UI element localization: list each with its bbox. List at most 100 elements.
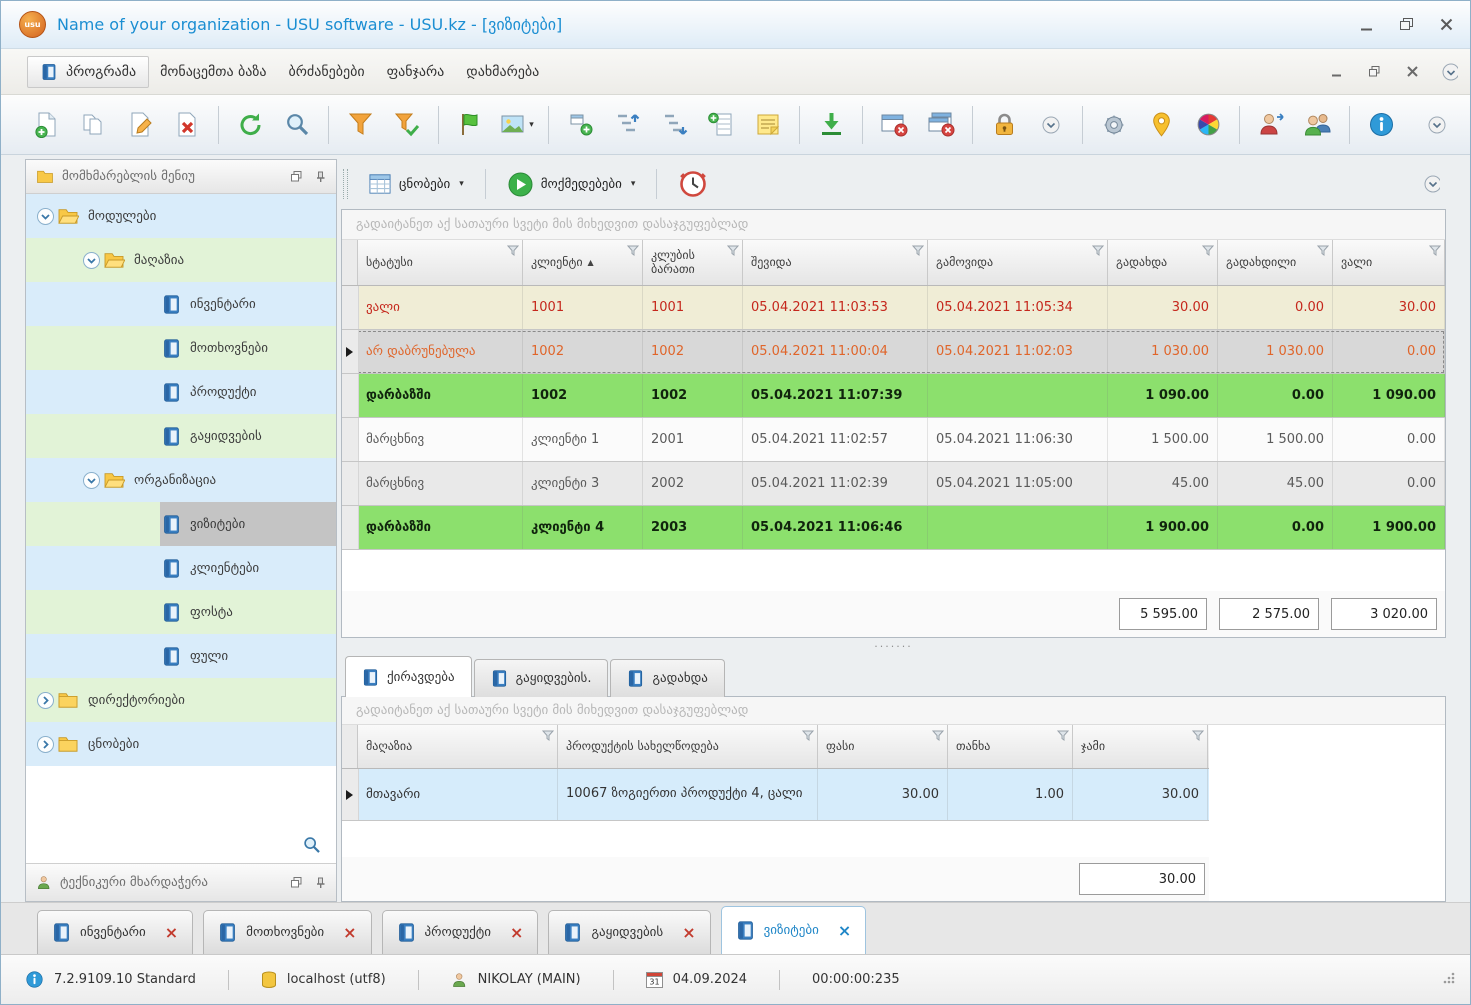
doc-tab-visits[interactable]: ვიზიტები × xyxy=(720,906,867,954)
change-user-icon[interactable] xyxy=(1250,102,1292,148)
close-tab-icon[interactable]: × xyxy=(165,924,178,941)
table-row-selected[interactable]: არ დაბრუნებულა 1002 1002 05.04.2021 11:0… xyxy=(342,330,1445,374)
column-header-payment[interactable]: გადახდა xyxy=(1108,240,1218,285)
tab-rentals[interactable]: ქირავდება xyxy=(345,656,472,697)
panel-restore-icon[interactable] xyxy=(288,875,304,891)
grid-customize-icon[interactable] xyxy=(1424,175,1440,193)
column-header-amount[interactable]: თანხა xyxy=(948,725,1073,768)
tree-item-reports[interactable]: ცნობები xyxy=(26,722,336,766)
tree-item-directories[interactable]: დირექტორიები xyxy=(26,678,336,722)
dropdown-circle-icon[interactable] xyxy=(1030,102,1072,148)
table-row[interactable]: მარცხნივ კლიენტი 3 2002 05.04.2021 11:02… xyxy=(342,462,1445,506)
filter-funnel-icon[interactable] xyxy=(931,730,945,745)
collapse-node-icon[interactable] xyxy=(36,207,55,226)
filter-funnel-icon[interactable] xyxy=(1191,730,1205,745)
users-icon[interactable] xyxy=(1297,102,1339,148)
menubar-customize-icon[interactable] xyxy=(1442,63,1458,80)
search-icon[interactable] xyxy=(276,102,318,148)
expand-tree-icon[interactable] xyxy=(606,102,648,148)
panel-splitter[interactable]: ······· xyxy=(341,638,1446,654)
edit-icon[interactable] xyxy=(119,102,161,148)
close-window-icon[interactable] xyxy=(873,102,915,148)
expand-node-icon[interactable] xyxy=(36,691,55,710)
table-row[interactable]: ვალი 1001 1001 05.04.2021 11:03:53 05.04… xyxy=(342,286,1445,330)
mdi-minimize-icon[interactable] xyxy=(1328,64,1344,80)
menu-help[interactable]: დახმარება xyxy=(455,57,550,87)
filter-funnel-icon[interactable] xyxy=(541,730,555,745)
menu-program[interactable]: პროგრამა xyxy=(27,55,150,88)
filter-funnel-icon[interactable] xyxy=(1056,730,1070,745)
filter-icon[interactable] xyxy=(339,102,381,148)
filter-funnel-icon[interactable] xyxy=(911,245,925,260)
mdi-restore-icon[interactable] xyxy=(1366,64,1382,80)
support-panel-header[interactable]: ტექნიკური მხარდაჭერა xyxy=(26,863,336,901)
settings-icon[interactable] xyxy=(1093,102,1135,148)
location-icon[interactable] xyxy=(1140,102,1182,148)
close-tab-icon[interactable]: × xyxy=(343,924,356,941)
column-header-total[interactable]: ჯამი xyxy=(1073,725,1208,768)
table-row[interactable]: დარბაზში 1002 1002 05.04.2021 11:07:39 1… xyxy=(342,374,1445,418)
add-record-icon[interactable] xyxy=(700,102,742,148)
close-icon[interactable] xyxy=(1438,17,1454,33)
panel-pin-icon[interactable] xyxy=(312,875,328,891)
new-document-icon[interactable] xyxy=(25,102,67,148)
panel-pin-icon[interactable] xyxy=(312,169,328,185)
column-header-price[interactable]: ფასი xyxy=(818,725,948,768)
close-tab-icon[interactable]: × xyxy=(682,924,695,941)
tree-item-mail[interactable]: ფოსტა xyxy=(26,590,336,634)
tree-item-money[interactable]: ფული xyxy=(26,634,336,678)
filter-funnel-icon[interactable] xyxy=(726,245,740,260)
tree-item-clients[interactable]: კლიენტები xyxy=(26,546,336,590)
panel-restore-icon[interactable] xyxy=(288,169,304,185)
tree-item-visits[interactable]: ვიზიტები xyxy=(26,502,336,546)
restore-icon[interactable] xyxy=(1398,17,1414,33)
filter-funnel-icon[interactable] xyxy=(1428,245,1442,260)
tab-sales[interactable]: გაყიდვების. xyxy=(473,659,609,697)
info-icon[interactable] xyxy=(25,970,44,989)
close-all-windows-icon[interactable] xyxy=(920,102,962,148)
column-header-store[interactable]: მაღაზია xyxy=(358,725,558,768)
filter-funnel-icon[interactable] xyxy=(626,245,640,260)
column-header-paid[interactable]: გადახდილი xyxy=(1218,240,1333,285)
filter-funnel-icon[interactable] xyxy=(506,245,520,260)
filter-settings-icon[interactable] xyxy=(386,102,428,148)
filter-funnel-icon[interactable] xyxy=(1201,245,1215,260)
doc-tab-sales[interactable]: გაყიდვების × xyxy=(548,910,711,954)
menu-window[interactable]: ფანჯარა xyxy=(376,57,456,87)
tab-payment[interactable]: გადახდა xyxy=(610,659,725,697)
collapse-node-icon[interactable] xyxy=(82,471,101,490)
column-header-debt[interactable]: ვალი xyxy=(1333,240,1445,285)
resize-grip[interactable] xyxy=(1442,970,1456,989)
reports-dropdown-button[interactable]: ცნობები ▾ xyxy=(360,168,472,200)
calendar-icon[interactable]: 31 xyxy=(645,971,663,988)
doc-tab-inventory[interactable]: ინვენტარი × xyxy=(37,910,194,954)
schedule-clock-button[interactable] xyxy=(670,164,716,204)
notes-icon[interactable] xyxy=(747,102,789,148)
column-header-exited[interactable]: გამოვიდა xyxy=(928,240,1108,285)
tree-item-inventory[interactable]: ინვენტარი xyxy=(26,282,336,326)
collapse-node-icon[interactable] xyxy=(82,251,101,270)
column-header-entered[interactable]: შევიდა xyxy=(743,240,928,285)
image-icon[interactable]: ▾ xyxy=(496,102,538,148)
delete-icon[interactable] xyxy=(166,102,208,148)
doc-tab-product[interactable]: პროდუქტი × xyxy=(381,910,539,954)
tree-item-sales[interactable]: გაყიდვების xyxy=(26,414,336,458)
menu-commands[interactable]: ბრძანებები xyxy=(278,57,376,87)
detail-row-selected[interactable]: მთავარი 10067 ზოგიერთი პროდუქტი 4, ცალი … xyxy=(342,769,1209,821)
lock-icon[interactable] xyxy=(983,102,1025,148)
filter-funnel-icon[interactable] xyxy=(1091,245,1105,260)
tree-item-modules[interactable]: მოდულები xyxy=(26,194,336,238)
refresh-icon[interactable] xyxy=(229,102,271,148)
tree-item-product[interactable]: პროდუქტი xyxy=(26,370,336,414)
flag-icon[interactable] xyxy=(449,102,491,148)
menu-database[interactable]: მონაცემთა ბაზა xyxy=(149,57,277,87)
tree-item-store[interactable]: მაღაზია xyxy=(26,238,336,282)
export-icon[interactable] xyxy=(810,102,852,148)
table-row[interactable]: მარცხნივ კლიენტი 1 2001 05.04.2021 11:02… xyxy=(342,418,1445,462)
close-tab-icon[interactable]: × xyxy=(838,922,851,939)
minimize-icon[interactable] xyxy=(1358,17,1374,33)
info-icon[interactable] xyxy=(1360,102,1402,148)
actions-dropdown-button[interactable]: მოქმედებები ▾ xyxy=(499,166,644,203)
mdi-close-icon[interactable] xyxy=(1404,64,1420,80)
colors-icon[interactable] xyxy=(1187,102,1229,148)
